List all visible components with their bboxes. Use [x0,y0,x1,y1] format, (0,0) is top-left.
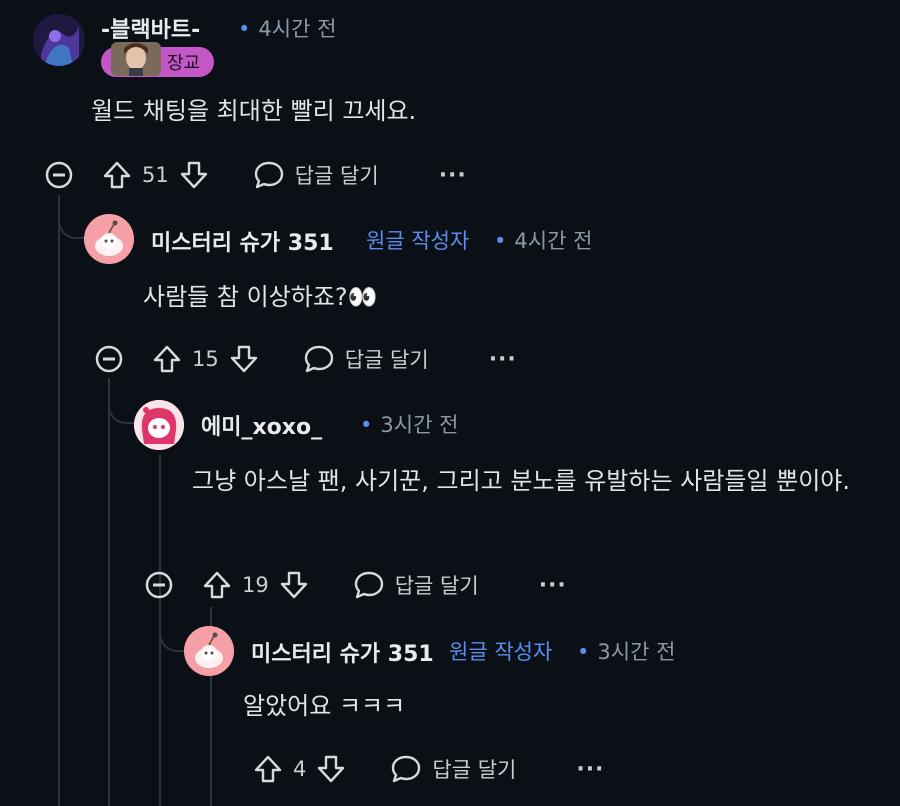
avatar[interactable] [134,400,184,450]
comment-timestamp: • 3시간 전 [577,640,676,664]
comment-body: 알았어요 ㅋㅋㅋ [243,692,406,720]
comment-timestamp: • 4시간 전 [494,229,593,253]
avatar[interactable] [33,14,85,66]
upvote-icon[interactable] [152,344,182,374]
op-tag: 원글 작성자 [366,229,470,253]
comment-actions: 19 답글 달기 ··· [144,565,567,605]
reply-button[interactable]: 답글 달기 [432,754,516,784]
comment-username[interactable]: 에미_xoxo_ [201,409,322,441]
more-icon[interactable]: ··· [439,163,467,188]
user-flair: 장교 [101,42,215,77]
vote-count: 51 [142,163,169,187]
upvote-icon[interactable] [253,754,283,784]
downvote-icon[interactable] [229,344,259,374]
downvote-icon[interactable] [179,160,209,190]
more-icon[interactable]: ··· [576,757,604,782]
thread-elbow [58,195,86,239]
reply-bubble-icon[interactable] [303,344,335,374]
downvote-icon[interactable] [279,570,309,600]
reply-button[interactable]: 답글 달기 [395,570,479,600]
comment-username[interactable]: 미스터리 슈가 351 [151,225,334,257]
reply-button[interactable]: 답글 달기 [295,160,379,190]
comment-body: 사람들 참 이상하죠?👀 [143,283,378,311]
reply-button[interactable]: 답글 달기 [345,344,429,374]
comment-body: 월드 채팅을 최대한 빨리 끄세요. [91,97,417,125]
op-tag: 원글 작성자 [449,640,553,664]
snoo-avatar-icon[interactable] [84,214,134,264]
more-icon[interactable]: ··· [489,347,517,372]
more-icon[interactable]: ··· [539,573,567,598]
collapse-icon[interactable] [44,160,74,190]
downvote-icon[interactable] [316,754,346,784]
comment-username[interactable]: 미스터리 슈가 351 [251,636,434,668]
thread-elbow [108,378,136,424]
reply-bubble-icon[interactable] [253,160,285,190]
vote-count: 4 [293,757,307,781]
collapse-icon[interactable] [144,570,174,600]
thread-elbow [159,604,187,652]
comment-actions: 4 답글 달기 ··· [253,749,604,789]
upvote-icon[interactable] [202,570,232,600]
vote-count: 19 [242,573,269,597]
comment-actions: 51 답글 달기 ··· [44,155,467,195]
reply-bubble-icon[interactable] [390,754,422,784]
comment-username[interactable]: -블랙바트- [101,12,200,44]
comment-timestamp: • 4시간 전 [238,17,337,41]
comment-actions: 15 답글 달기 ··· [94,339,517,379]
comment-body: 그냥 아스날 팬, 사기꾼, 그리고 분노를 유발하는 사람들일 뿐이야. [192,467,850,495]
thread-line-root [58,195,60,806]
reply-bubble-icon[interactable] [353,570,385,600]
upvote-icon[interactable] [102,160,132,190]
flair-label: 장교 [167,53,201,74]
vote-count: 15 [192,347,219,371]
comment-timestamp: • 3시간 전 [360,413,459,437]
collapse-icon[interactable] [94,344,124,374]
thread-line-level1 [108,378,110,806]
snoo-avatar-icon[interactable] [184,626,234,676]
flair-avatar-image [111,42,161,76]
